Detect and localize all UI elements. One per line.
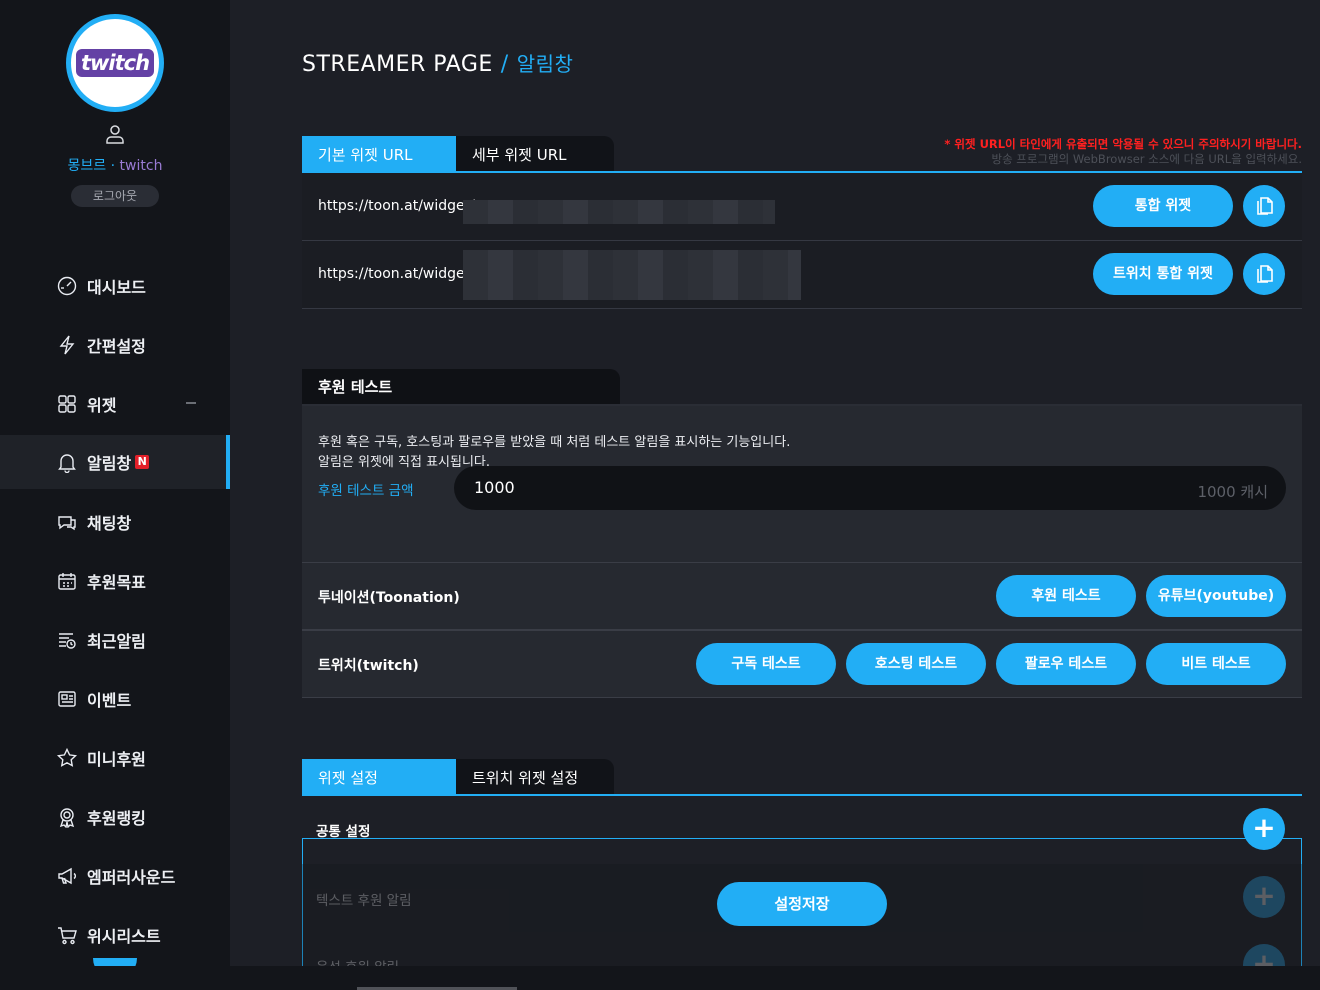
tab-basic-widget-url[interactable]: 기본 위젯 URL — [302, 136, 456, 172]
donation-test-header: 후원 테스트 — [302, 369, 620, 404]
widget-settings-tabs: 위젯 설정 트위치 위젯 설정 — [302, 759, 614, 795]
twitch-logo: twitch — [75, 49, 155, 77]
tab-widget-settings[interactable]: 위젯 설정 — [302, 759, 456, 795]
setting-row-label: 공통 설정 — [316, 824, 371, 840]
donation-test-button[interactable]: 후원 테스트 — [996, 575, 1136, 617]
bell-icon — [58, 454, 76, 473]
user-icon — [106, 125, 124, 144]
sidebar-nav: 대시보드 간편설정 위젯 알림창 N 채팅창 후원목표 최근알림 이벤트 미니후… — [0, 256, 230, 964]
test-amount-unit: 1000 캐시 — [1197, 483, 1268, 501]
copy-icon — [1257, 265, 1273, 283]
sidebar: twitch 몽브르 · twitch 로그아웃 대시보드 간편설정 위젯 알림… — [0, 0, 230, 990]
description-line: 후원 혹은 구독, 호스팅과 팔로우를 받았을 때 처럼 테스트 알림을 표시하… — [318, 435, 791, 450]
url-redacted-blur — [463, 250, 801, 300]
nav-label: 간편설정 — [87, 336, 146, 356]
copy-icon — [1257, 197, 1273, 215]
nav-label: 엠퍼러사운드 — [87, 867, 176, 887]
nav-label: 채팅창 — [87, 513, 132, 533]
nav-item-emperor-sound[interactable]: 엠퍼러사운드 — [0, 846, 230, 905]
donation-test-panel: 후원 혹은 구독, 호스팅과 팔로우를 받았을 때 처럼 테스트 알림을 표시하… — [302, 406, 1302, 562]
test-amount-value: 1000 — [474, 478, 515, 497]
award-icon — [59, 807, 75, 828]
bits-test-button[interactable]: 비트 테스트 — [1146, 643, 1286, 685]
nav-label: 미니후원 — [87, 749, 146, 769]
test-amount-label: 후원 테스트 금액 — [318, 483, 414, 499]
nav-item-quick-setup[interactable]: 간편설정 — [0, 315, 230, 374]
nav-label: 위시리스트 — [87, 926, 161, 946]
integrated-widget-button[interactable]: 통합 위젯 — [1093, 185, 1233, 227]
expand-plus-button[interactable]: + — [1243, 944, 1285, 966]
nav-label: 후원목표 — [87, 572, 146, 592]
hint-text: 방송 프로그램의 WebBrowser 소스에 다음 URL을 입력하세요. — [991, 152, 1302, 166]
copy-url-button[interactable] — [1243, 253, 1285, 295]
setting-row-label: 텍스트 후원 알림 — [316, 893, 412, 909]
url-redacted-blur — [463, 200, 775, 224]
warning-text: * 위젯 URL이 타인에게 유출되면 악용될 수 있으니 주의하시기 바랍니다… — [944, 137, 1302, 151]
widget-url-text[interactable]: https://toon.at/widget/ — [318, 198, 475, 214]
user-separator: · — [110, 158, 116, 174]
widget-url-text[interactable]: https://toon.at/widget/ — [318, 266, 475, 282]
breadcrumb-current: 알림창 — [516, 52, 574, 76]
user-nickname: 몽브르 — [67, 158, 107, 174]
dashboard-icon — [57, 276, 77, 295]
nav-item-wishlist[interactable]: 위시리스트 — [0, 905, 230, 964]
megaphone-icon — [58, 867, 76, 884]
url-warning: * 위젯 URL이 타인에게 유출되면 악용될 수 있으니 주의하시기 바랍니다… — [944, 137, 1302, 167]
twitch-integrated-widget-button[interactable]: 트위치 통합 위젯 — [1093, 253, 1233, 295]
page-title-main: STREAMER PAGE — [302, 52, 493, 77]
tab-detail-widget-url[interactable]: 세부 위젯 URL — [456, 136, 614, 172]
save-settings-button[interactable]: 설정저장 — [717, 882, 887, 926]
nav-item-recent[interactable]: 최근알림 — [0, 610, 230, 669]
hosting-test-button[interactable]: 호스팅 테스트 — [846, 643, 986, 685]
expand-plus-button[interactable]: + — [1243, 876, 1285, 918]
toonation-test-row: 투네이션(Toonation) 후원 테스트 유튜브(youtube) — [302, 562, 1302, 630]
widget-grid-icon — [58, 394, 76, 413]
copy-url-button[interactable] — [1243, 185, 1285, 227]
breadcrumb-separator: / — [500, 52, 509, 77]
youtube-test-button[interactable]: 유튜브(youtube) — [1146, 575, 1286, 617]
new-badge: N — [135, 455, 150, 469]
nav-label: 알림창 — [87, 454, 132, 473]
twitch-label: 트위치(twitch) — [318, 658, 419, 674]
subscribe-test-button[interactable]: 구독 테스트 — [696, 643, 836, 685]
cart-icon — [58, 926, 77, 944]
list-icon — [59, 632, 76, 649]
url-tabs: 기본 위젯 URL 세부 위젯 URL — [302, 136, 614, 172]
nav-item-dashboard[interactable]: 대시보드 — [0, 256, 230, 315]
profile-avatar[interactable]: twitch — [66, 14, 164, 112]
nav-item-goal[interactable]: 후원목표 — [0, 551, 230, 610]
test-amount-input[interactable]: 1000 1000 캐시 — [454, 466, 1286, 510]
chat-icon — [58, 515, 76, 530]
setting-row-label: 음성 후원 알림 — [316, 956, 399, 966]
page-title: STREAMER PAGE / 알림창 — [302, 48, 573, 77]
collapse-minus-icon[interactable] — [186, 402, 196, 404]
twitch-test-row: 트위치(twitch) 구독 테스트 호스팅 테스트 팔로우 테스트 비트 테스… — [302, 630, 1302, 698]
calendar-icon — [58, 572, 76, 590]
nav-item-mini-donation[interactable]: 미니후원 — [0, 728, 230, 787]
user-platform: twitch — [119, 158, 163, 174]
lightning-icon — [59, 335, 75, 354]
nav-item-widget[interactable]: 위젯 — [0, 374, 230, 433]
toonation-label: 투네이션(Toonation) — [318, 590, 460, 606]
follow-test-button[interactable]: 팔로우 테스트 — [996, 643, 1136, 685]
nav-item-chat[interactable]: 채팅창 — [0, 492, 230, 551]
tab-twitch-widget-settings[interactable]: 트위치 위젯 설정 — [456, 759, 614, 795]
nav-label: 위젯 — [87, 395, 117, 415]
bottom-bar — [0, 966, 1320, 990]
url-row-integrated: https://toon.at/widget/ 통합 위젯 — [302, 173, 1302, 241]
nav-item-alert[interactable]: 알림창 N — [0, 435, 230, 489]
nav-label: 대시보드 — [87, 277, 146, 297]
nav-label: 최근알림 — [87, 631, 146, 651]
user-name: 몽브르 · twitch — [0, 155, 230, 175]
newspaper-icon — [58, 690, 76, 707]
nav-item-ranking[interactable]: 후원랭킹 — [0, 787, 230, 846]
nav-label: 후원랭킹 — [87, 808, 146, 828]
nav-item-event[interactable]: 이벤트 — [0, 669, 230, 728]
url-row-twitch-integrated: https://toon.at/widget/ 트위치 통합 위젯 — [302, 241, 1302, 309]
star-icon — [56, 747, 78, 767]
setting-row-voice-donation: 음성 후원 알림 + — [302, 932, 1302, 966]
nav-label: 이벤트 — [87, 690, 132, 710]
logout-button[interactable]: 로그아웃 — [71, 185, 159, 207]
